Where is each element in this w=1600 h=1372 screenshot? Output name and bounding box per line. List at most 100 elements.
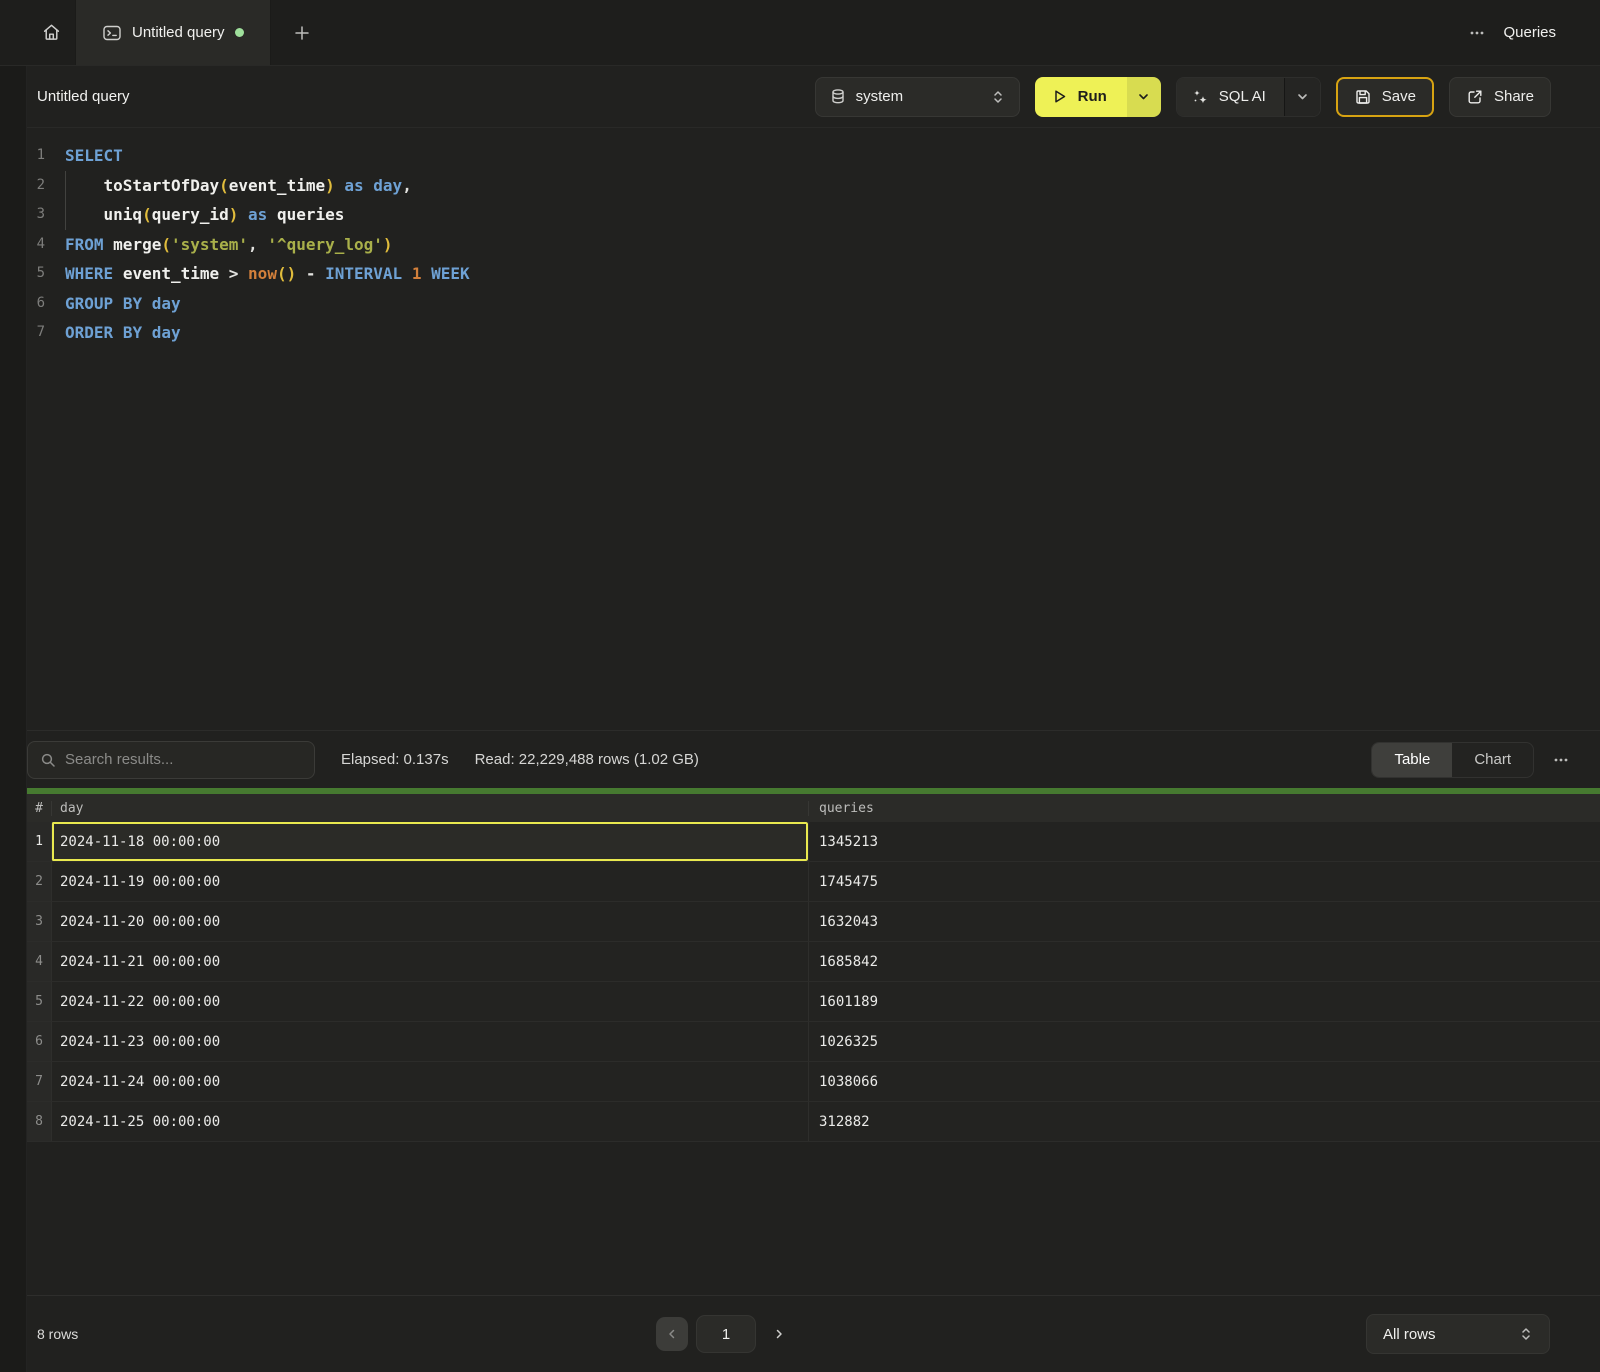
code-line[interactable]: 6 GROUP BY day [0,289,1600,319]
day-cell[interactable]: 2024-11-23 00:00:00 [51,1022,808,1061]
table-header-row: # day queries [0,794,1600,822]
database-selector[interactable]: system [815,77,1020,117]
run-button[interactable]: Run [1035,77,1127,117]
queries-cell[interactable]: 1026325 [808,1022,1600,1061]
run-options-button[interactable] [1127,77,1161,117]
share-button[interactable]: Share [1449,77,1551,117]
day-cell[interactable]: 2024-11-25 00:00:00 [51,1102,808,1141]
page-title: Untitled query [37,88,130,105]
table-row[interactable]: 42024-11-21 00:00:001685842 [0,942,1600,982]
line-number: 5 [27,259,45,289]
line-number: 3 [27,200,45,230]
day-cell[interactable]: 2024-11-18 00:00:00 [51,822,808,861]
queries-cell[interactable]: 312882 [808,1102,1600,1141]
row-index-cell[interactable]: 6 [27,1022,51,1061]
day-cell[interactable]: 2024-11-19 00:00:00 [51,862,808,901]
row-index-cell[interactable]: 4 [27,942,51,981]
top-tab-bar: Untitled query Queries [0,0,1600,66]
row-index-cell[interactable]: 3 [27,902,51,941]
topbar-more-button[interactable] [1469,25,1485,41]
sql-ai-label: SQL AI [1219,88,1266,105]
chart-view-tab[interactable]: Chart [1452,743,1533,777]
queries-cell[interactable]: 1601189 [808,982,1600,1021]
table-row[interactable]: 82024-11-25 00:00:00312882 [0,1102,1600,1142]
share-label: Share [1494,88,1534,105]
code-text: toStartOfDay(event_time) as day, [65,171,412,201]
home-icon [42,23,61,42]
table-row[interactable]: 72024-11-24 00:00:001038066 [0,1062,1600,1102]
current-page-button[interactable]: 1 [696,1315,756,1353]
search-icon [40,752,56,768]
row-index-cell[interactable]: 2 [27,862,51,901]
read-stat: Read: 22,229,488 rows (1.02 GB) [475,751,699,768]
plus-icon [293,24,311,42]
table-row[interactable]: 62024-11-23 00:00:001026325 [0,1022,1600,1062]
day-cell[interactable]: 2024-11-22 00:00:00 [51,982,808,1021]
queries-cell[interactable]: 1685842 [808,942,1600,981]
table-view-tab[interactable]: Table [1372,743,1452,777]
sql-ai-button[interactable]: SQL AI [1177,78,1284,116]
pagination: 1 [656,1315,794,1353]
line-number: 4 [27,230,45,260]
day-cell[interactable]: 2024-11-24 00:00:00 [51,1062,808,1101]
table-row[interactable]: 22024-11-19 00:00:001745475 [0,862,1600,902]
chevron-down-icon [1137,90,1150,103]
next-page-button[interactable] [764,1317,794,1351]
queries-cell[interactable]: 1038066 [808,1062,1600,1101]
save-icon [1354,88,1372,106]
chevron-right-icon [773,1328,785,1340]
rows-per-page-selector[interactable]: All rows [1366,1314,1550,1354]
query-tab[interactable]: Untitled query [75,0,271,65]
queries-cell[interactable]: 1345213 [808,822,1600,861]
row-index-cell[interactable]: 5 [27,982,51,1021]
row-index-cell[interactable]: 7 [27,1062,51,1101]
code-text: FROM merge('system', '^query_log') [65,230,393,260]
tab-title: Untitled query [132,24,225,41]
sql-ai-options-button[interactable] [1284,78,1320,116]
sql-ai-button-group: SQL AI [1176,77,1321,117]
code-line[interactable]: 7 ORDER BY day [0,318,1600,348]
left-rail [0,0,27,1372]
results-more-button[interactable] [1552,751,1570,769]
updown-icon [1519,1326,1533,1342]
code-line[interactable]: 5 WHERE event_time > now() - INTERVAL 1 W… [0,259,1600,289]
line-number: 6 [27,289,45,319]
database-selected-value: system [856,88,904,105]
home-button[interactable] [27,0,75,65]
code-line[interactable]: 4 FROM merge('system', '^query_log') [0,230,1600,260]
row-index-cell[interactable]: 8 [27,1102,51,1141]
results-empty-area [0,1142,1600,1295]
code-line[interactable]: 3 uniq(query_id) as queries [0,200,1600,230]
new-tab-button[interactable] [271,0,333,65]
search-results-input[interactable] [65,751,302,768]
results-footer: 8 rows 1 All rows [0,1295,1600,1372]
previous-page-button[interactable] [656,1317,688,1351]
column-header-queries[interactable]: queries [808,801,1600,816]
queries-button[interactable]: Queries [1503,24,1556,41]
save-button[interactable]: Save [1336,77,1434,117]
table-row[interactable]: 52024-11-22 00:00:001601189 [0,982,1600,1022]
queries-cell[interactable]: 1745475 [808,862,1600,901]
line-number: 2 [27,171,45,201]
code-text: WHERE event_time > now() - INTERVAL 1 WE… [65,259,470,289]
sparkles-icon [1191,88,1209,106]
search-results-box[interactable] [27,741,315,779]
code-text: ORDER BY day [65,318,181,348]
queries-cell[interactable]: 1632043 [808,902,1600,941]
code-text: GROUP BY day [65,289,181,319]
table-row[interactable]: 12024-11-18 00:00:001345213 [0,822,1600,862]
code-line[interactable]: 2 toStartOfDay(event_time) as day, [0,171,1600,201]
row-index-cell[interactable]: 1 [27,822,51,861]
elapsed-stat: Elapsed: 0.137s [341,751,449,768]
code-text: SELECT [65,141,123,171]
code-line[interactable]: 1 SELECT [0,141,1600,171]
line-number: 1 [27,141,45,171]
column-header-index[interactable]: # [27,801,51,816]
day-cell[interactable]: 2024-11-21 00:00:00 [51,942,808,981]
day-cell[interactable]: 2024-11-20 00:00:00 [51,902,808,941]
sql-editor[interactable]: 1SELECT2 toStartOfDay(event_time) as day… [0,128,1600,730]
column-header-day[interactable]: day [51,801,808,816]
results-toolbar: Elapsed: 0.137s Read: 22,229,488 rows (1… [0,730,1600,788]
line-number: 7 [27,318,45,348]
table-row[interactable]: 32024-11-20 00:00:001632043 [0,902,1600,942]
